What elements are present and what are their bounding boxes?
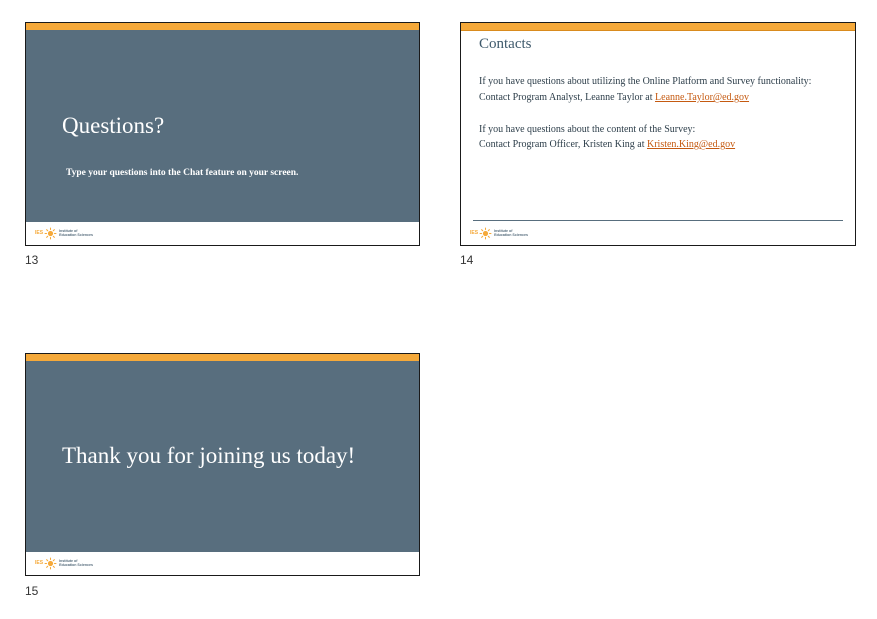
logo-acronym: IES [35, 230, 44, 236]
slide-number: 13 [25, 253, 39, 267]
ies-logo: IES Institute of Education Sciences [35, 556, 93, 570]
slide-footer: IES Institute of Education Sciences [461, 222, 855, 245]
contact-line-4: Contact Program Officer, Kristen King at… [479, 139, 735, 150]
sun-icon [44, 557, 57, 569]
logo-institute-name: Institute of Education Sciences [59, 229, 94, 237]
contact-analyst-text: Contact Program Analyst, Leanne Taylor a… [479, 92, 656, 103]
footer-divider [473, 220, 843, 221]
slide-14[interactable]: Contacts If you have questions about uti… [460, 22, 856, 246]
contact-line-1: If you have questions about utilizing th… [479, 76, 812, 87]
slide-footer: IES Institute of Education Sciences [26, 222, 419, 245]
sun-icon [479, 227, 492, 239]
analyst-email-link[interactable]: Leanne.Taylor@ed.gov [655, 92, 749, 103]
ies-logo: IES Institute of Education Sciences [470, 226, 528, 240]
slide-title: Questions? [62, 113, 165, 138]
logo-institute-name: Institute of Education Sciences [59, 559, 94, 567]
slide-15[interactable]: Thank you for joining us today! IES Inst… [25, 353, 420, 576]
slide-13[interactable]: Questions? Type your questions into the … [25, 22, 420, 246]
accent-bar [461, 23, 855, 31]
logo-institute-name: Institute of Education Sciences [494, 229, 529, 237]
logo-acronym: IES [470, 230, 479, 236]
slide-subtitle: Type your questions into the Chat featur… [66, 168, 299, 178]
ies-logo: IES Institute of Education Sciences [35, 226, 93, 240]
logo-acronym: IES [35, 560, 44, 566]
contact-line-3: If you have questions about the content … [479, 124, 696, 135]
slide-sorter-page: Questions? Type your questions into the … [0, 0, 877, 619]
contact-officer-text: Contact Program Officer, Kristen King at [479, 139, 647, 150]
slide-number: 14 [460, 253, 474, 267]
slide-title: Thank you for joining us today! [62, 443, 356, 468]
slide-number: 15 [25, 584, 39, 598]
officer-email-link[interactable]: Kristen.King@ed.gov [647, 139, 735, 150]
slide-title: Contacts [479, 36, 532, 52]
sun-icon [44, 227, 57, 239]
contact-line-2: Contact Program Analyst, Leanne Taylor a… [479, 92, 749, 103]
slide-footer: IES Institute of Education Sciences [26, 552, 419, 575]
